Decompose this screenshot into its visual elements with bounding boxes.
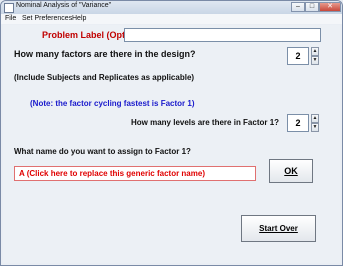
levels-spin-down-button[interactable]: ▼ — [311, 123, 319, 132]
factor-name-field[interactable]: A (Click here to replace this generic fa… — [14, 166, 256, 181]
menu-bar: File Set Preferences Help — [1, 14, 342, 24]
factors-value[interactable]: 2 — [287, 47, 309, 65]
levels-value[interactable]: 2 — [287, 114, 309, 132]
window-title: Nominal Analysis of "Variance" — [16, 2, 112, 9]
factors-spin-up-button[interactable]: ▲ — [311, 47, 319, 56]
menu-set-preferences[interactable]: Set Preferences — [22, 15, 72, 22]
start-over-button[interactable]: Start Over — [241, 215, 316, 242]
form-area: Problem Label (Optional): How many facto… — [3, 25, 340, 263]
menu-file[interactable]: File — [5, 15, 16, 22]
name-question: What name do you want to assign to Facto… — [14, 147, 191, 156]
problem-label-input[interactable] — [124, 28, 321, 42]
maximize-button[interactable]: □ — [305, 2, 319, 12]
close-button[interactable]: ✕ — [319, 2, 341, 12]
title-bar: Nominal Analysis of "Variance" – □ ✕ — [1, 1, 342, 15]
levels-question: How many levels are there in Factor 1? — [131, 118, 280, 127]
ok-button[interactable]: OK — [269, 159, 313, 183]
levels-spin-up-button[interactable]: ▲ — [311, 114, 319, 123]
factors-spin-down-button[interactable]: ▼ — [311, 56, 319, 65]
minimize-button[interactable]: – — [291, 2, 305, 12]
menu-help[interactable]: Help — [72, 15, 86, 22]
app-icon — [4, 3, 14, 13]
include-note: (Include Subjects and Replicates as appl… — [14, 73, 195, 82]
app-window: Nominal Analysis of "Variance" – □ ✕ Fil… — [0, 0, 343, 266]
cycling-note: (Note: the factor cycling fastest is Fac… — [30, 99, 195, 108]
factors-question: How many factors are there in the design… — [14, 49, 196, 59]
